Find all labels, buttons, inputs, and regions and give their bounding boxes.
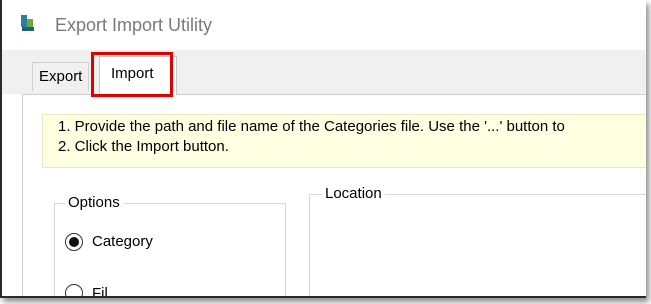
- app-icon: [19, 13, 39, 35]
- app-window: Export Import Utility Export Import 1. P…: [0, 0, 646, 298]
- title-bar: Export Import Utility: [2, 0, 646, 50]
- tab-import[interactable]: Import: [99, 56, 177, 95]
- category-radio-label[interactable]: Category: [92, 233, 153, 250]
- location-legend: Location: [322, 185, 385, 202]
- window-title: Export Import Utility: [55, 15, 213, 35]
- radio-selected-dot: [69, 237, 79, 247]
- tab-export[interactable]: Export: [32, 62, 90, 91]
- file-radio[interactable]: [65, 284, 83, 296]
- instruction-line-1: 1. Provide the path and file name of the…: [58, 118, 565, 135]
- instruction-line-2: 2. Click the Import button.: [58, 138, 229, 155]
- options-group: [54, 203, 286, 296]
- tab-import-label: Import: [111, 65, 154, 82]
- location-group: [309, 194, 646, 296]
- file-radio-label[interactable]: Fil: [92, 285, 108, 296]
- category-radio[interactable]: [65, 233, 83, 251]
- options-legend: Options: [65, 194, 123, 211]
- instructions-box: 1. Provide the path and file name of the…: [42, 114, 646, 168]
